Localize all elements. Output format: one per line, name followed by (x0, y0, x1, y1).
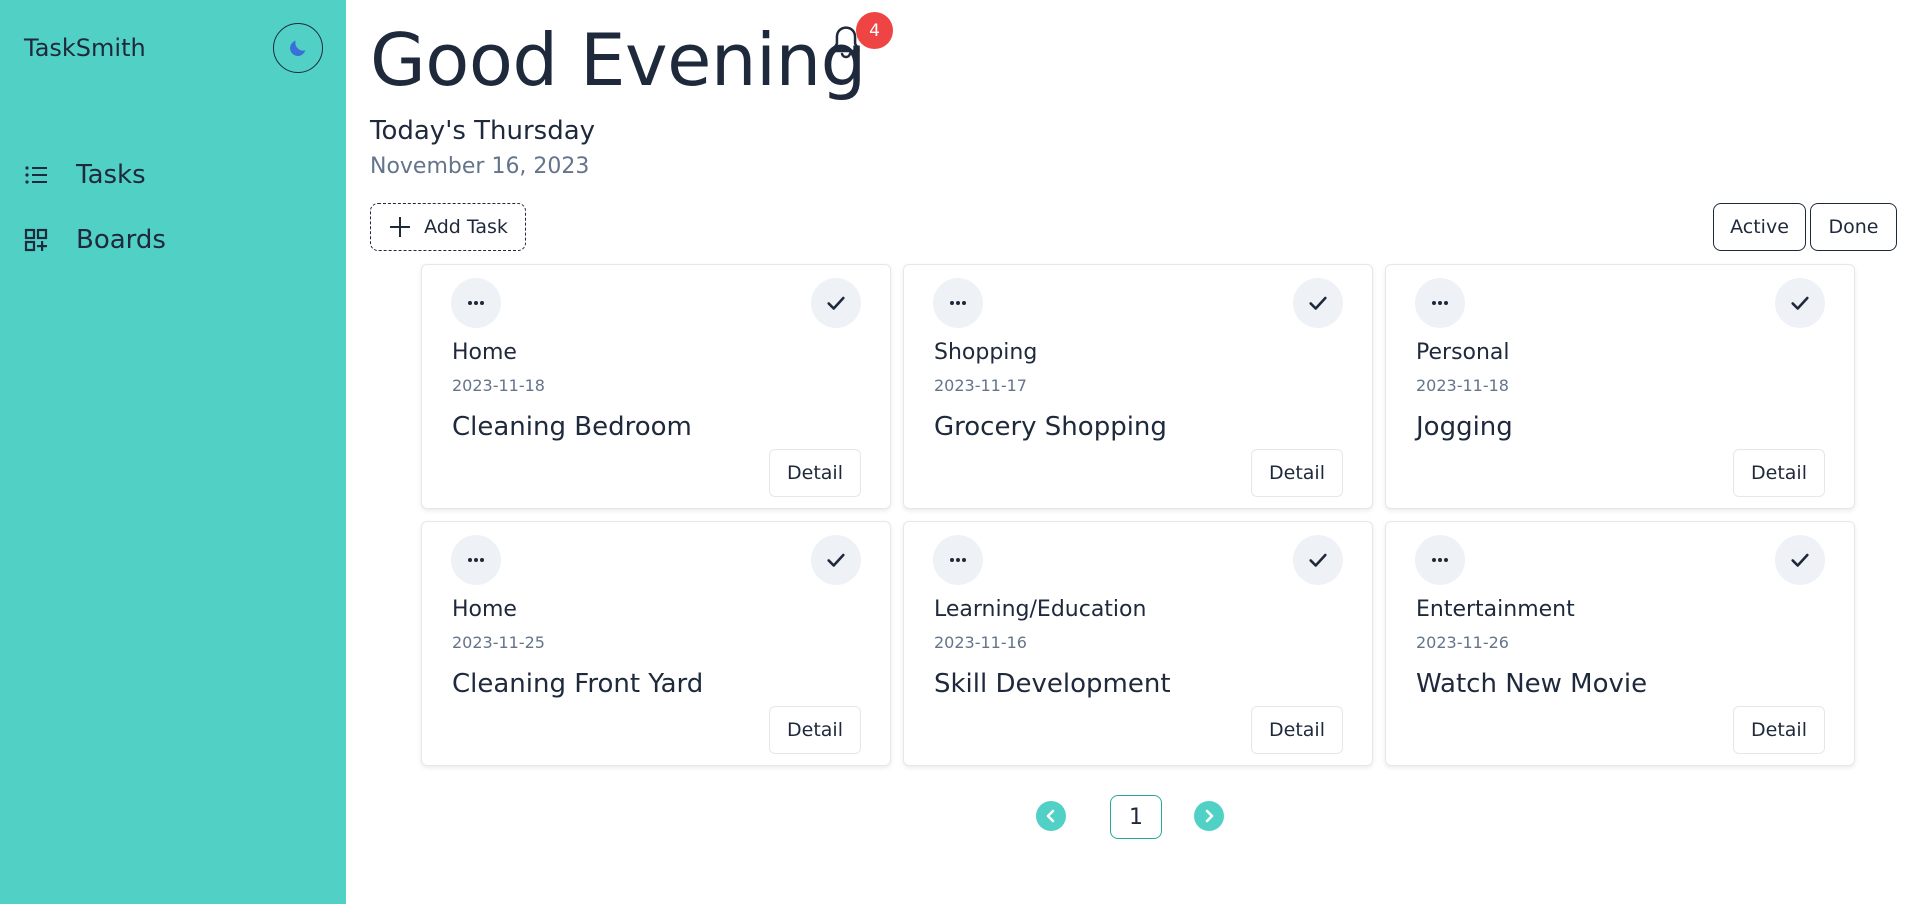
chevron-left-icon (1046, 809, 1055, 823)
current-page-number[interactable]: 1 (1110, 795, 1162, 839)
sidebar-item-label: Boards (76, 225, 166, 255)
task-card: Learning/Education 2023-11-16 Skill Develo… (903, 521, 1373, 766)
filter-active-button[interactable]: Active (1713, 203, 1806, 251)
task-card: Home 2023-11-25 Cleaning Front Yard Detail (421, 521, 891, 766)
task-detail-button[interactable]: Detail (1733, 449, 1825, 497)
ellipsis-icon (468, 558, 484, 562)
task-due-date: 2023-11-25 (452, 633, 545, 652)
task-category: Entertainment (1416, 597, 1575, 622)
ellipsis-icon (950, 301, 966, 305)
notification-badge: 4 (856, 12, 893, 49)
date-label: November 16, 2023 (370, 154, 590, 179)
more-options-button[interactable] (1415, 278, 1465, 328)
next-page-button[interactable] (1194, 801, 1224, 831)
check-icon (1791, 553, 1809, 567)
list-icon (25, 166, 47, 184)
task-category: Personal (1416, 340, 1510, 365)
task-title: Cleaning Bedroom (452, 412, 692, 442)
task-card: Home 2023-11-18 Cleaning Bedroom Detail (421, 264, 891, 509)
task-title: Skill Development (934, 669, 1171, 699)
mark-done-button[interactable] (811, 535, 861, 585)
ellipsis-icon (950, 558, 966, 562)
task-due-date: 2023-11-16 (934, 633, 1027, 652)
mark-done-button[interactable] (1293, 278, 1343, 328)
page-title: Good Evening (370, 18, 866, 102)
ellipsis-icon (1432, 301, 1448, 305)
more-options-button[interactable] (933, 278, 983, 328)
mark-done-button[interactable] (1775, 278, 1825, 328)
task-card: Personal 2023-11-18 Jogging Detail (1385, 264, 1855, 509)
check-icon (1791, 296, 1809, 310)
task-card: Entertainment 2023-11-26 Watch New Movie De… (1385, 521, 1855, 766)
mark-done-button[interactable] (1293, 535, 1343, 585)
task-category: Learning/Education (934, 597, 1147, 622)
more-options-button[interactable] (933, 535, 983, 585)
check-icon (827, 296, 845, 310)
check-icon (1309, 553, 1327, 567)
day-label: Today's Thursday (370, 116, 596, 146)
more-options-button[interactable] (451, 535, 501, 585)
task-detail-button[interactable]: Detail (1251, 706, 1343, 754)
ellipsis-icon (468, 301, 484, 305)
moon-icon (290, 40, 306, 56)
task-due-date: 2023-11-18 (1416, 376, 1509, 395)
task-due-date: 2023-11-18 (452, 376, 545, 395)
add-task-button[interactable]: Add Task (370, 203, 526, 251)
task-title: Watch New Movie (1416, 669, 1648, 699)
more-options-button[interactable] (451, 278, 501, 328)
more-options-button[interactable] (1415, 535, 1465, 585)
task-card: Shopping 2023-11-17 Grocery Shopping Detail (903, 264, 1373, 509)
previous-page-button[interactable] (1036, 801, 1066, 831)
ellipsis-icon (1432, 558, 1448, 562)
task-title: Jogging (1416, 412, 1513, 442)
task-category: Home (452, 597, 517, 622)
add-task-label: Add Task (424, 216, 508, 238)
sidebar-item-tasks[interactable]: Tasks (24, 160, 146, 190)
check-icon (1309, 296, 1327, 310)
task-due-date: 2023-11-17 (934, 376, 1027, 395)
filter-done-button[interactable]: Done (1810, 203, 1897, 251)
app-brand: TaskSmith (24, 34, 146, 62)
task-detail-button[interactable]: Detail (769, 706, 861, 754)
sidebar-item-label: Tasks (76, 160, 146, 190)
task-category: Shopping (934, 340, 1038, 365)
task-due-date: 2023-11-26 (1416, 633, 1509, 652)
task-title: Cleaning Front Yard (452, 669, 704, 699)
task-title: Grocery Shopping (934, 412, 1167, 442)
task-detail-button[interactable]: Detail (1733, 706, 1825, 754)
sidebar-item-boards[interactable]: Boards (24, 225, 166, 255)
check-icon (827, 553, 845, 567)
mark-done-button[interactable] (1775, 535, 1825, 585)
chevron-right-icon (1205, 809, 1214, 823)
task-category: Home (452, 340, 517, 365)
task-detail-button[interactable]: Detail (769, 449, 861, 497)
theme-toggle-button[interactable] (273, 23, 323, 73)
grid-plus-icon (24, 228, 48, 252)
plus-icon (390, 217, 411, 237)
mark-done-button[interactable] (811, 278, 861, 328)
sidebar: TaskSmith Tasks Boards (0, 0, 346, 904)
task-detail-button[interactable]: Detail (1251, 449, 1343, 497)
